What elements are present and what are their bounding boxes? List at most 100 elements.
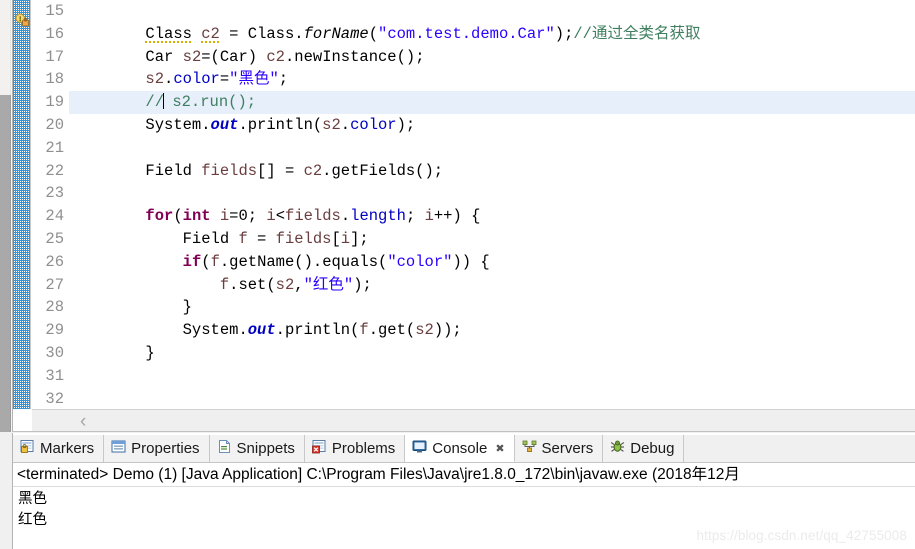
code-line[interactable] bbox=[69, 0, 915, 23]
markers-icon bbox=[20, 439, 35, 458]
code-token: fields bbox=[275, 229, 332, 248]
code-line[interactable]: System.out.println(s2.color); bbox=[69, 114, 915, 137]
code-token: i bbox=[219, 207, 230, 226]
code-token: s2 bbox=[275, 275, 295, 294]
tab-snippets[interactable]: Snippets bbox=[209, 435, 305, 462]
line-number: 19 bbox=[45, 93, 64, 112]
tab-debug[interactable]: Debug bbox=[603, 435, 685, 462]
code-line[interactable]: s2.color="黑色"; bbox=[69, 68, 915, 91]
servers-icon bbox=[522, 439, 537, 458]
tab-console[interactable]: Console ✖ bbox=[405, 435, 515, 462]
code-token: .get( bbox=[368, 321, 416, 340]
watermark-text: https://blog.csdn.net/qq_42755008 bbox=[696, 528, 907, 543]
tab-bar-filler bbox=[684, 435, 915, 462]
tab-markers[interactable]: Markers bbox=[13, 435, 105, 462]
code-token: System bbox=[145, 321, 239, 340]
line-number: 21 bbox=[45, 138, 64, 157]
code-token: s2 bbox=[322, 115, 341, 134]
tab-servers[interactable]: Servers bbox=[514, 435, 604, 462]
source-code-text[interactable]: Class c2 = Class.forName("com.test.demo.… bbox=[32, 0, 915, 409]
console-output-text[interactable]: 黑色 红色 bbox=[13, 487, 915, 532]
code-token: Car bbox=[145, 47, 183, 66]
code-editor-region: 15 16 17 18 19 20 21 22 23 24 25 26 27 28 29 30 31 32 Cla… bbox=[0, 0, 915, 432]
code-token: i bbox=[340, 229, 351, 248]
code-token: s2.run(); bbox=[163, 93, 257, 112]
outer-left-rail bbox=[0, 0, 11, 95]
close-icon[interactable]: ✖ bbox=[495, 442, 504, 455]
code-token: System bbox=[145, 115, 202, 134]
code-area[interactable]: 15 16 17 18 19 20 21 22 23 24 25 26 27 28 29 30 31 32 Cla… bbox=[32, 0, 915, 409]
code-token: =(Car) bbox=[201, 47, 267, 66]
code-token: length bbox=[350, 207, 406, 226]
code-token: c2 bbox=[201, 24, 220, 44]
code-line[interactable]: if(f.getName().equals("color")) { bbox=[69, 251, 915, 274]
code-token: i bbox=[266, 207, 276, 226]
code-token: . bbox=[201, 115, 211, 134]
outer-scrollbar-thumb[interactable] bbox=[0, 95, 11, 432]
code-line[interactable]: // s2.run(); bbox=[32, 91, 915, 114]
tab-label: Console bbox=[432, 439, 488, 457]
line-number: 22 bbox=[45, 161, 64, 180]
code-token: ( bbox=[201, 252, 211, 271]
code-token: .newInstance(); bbox=[284, 47, 425, 66]
code-token: i bbox=[424, 207, 434, 226]
code-token: c2 bbox=[303, 161, 323, 180]
code-token: } bbox=[145, 298, 192, 317]
code-line[interactable]: System.out.println(f.get(s2)); bbox=[69, 319, 915, 342]
code-token: int bbox=[182, 207, 211, 226]
code-token: f bbox=[210, 252, 220, 271]
code-line[interactable]: Car s2=(Car) c2.newInstance(); bbox=[69, 46, 915, 69]
code-line[interactable]: f.set(s2,"红色"); bbox=[69, 274, 915, 297]
code-token: "黑色" bbox=[229, 70, 279, 89]
editor-horizontal-scrollbar[interactable]: ‹ bbox=[32, 409, 915, 432]
tab-label: Properties bbox=[131, 440, 200, 457]
code-token: . bbox=[340, 207, 351, 226]
code-line[interactable]: Class c2 = Class.forName("com.test.demo.… bbox=[69, 23, 915, 46]
code-token: f bbox=[359, 321, 369, 340]
code-line[interactable] bbox=[69, 388, 915, 409]
code-token: Class bbox=[247, 24, 295, 43]
tab-problems[interactable]: Problems bbox=[304, 435, 406, 462]
code-token: = bbox=[219, 70, 230, 89]
console-launch-header: <terminated> Demo (1) [Java Application]… bbox=[13, 463, 915, 487]
code-token: , bbox=[294, 275, 304, 294]
code-token: out bbox=[247, 321, 276, 340]
code-line[interactable]: Field f = fields[i]; bbox=[69, 228, 915, 251]
eclipse-ide-window: 15 16 17 18 19 20 21 22 23 24 25 26 27 28 29 30 31 32 Cla… bbox=[0, 0, 915, 549]
code-token: color bbox=[173, 70, 220, 89]
tab-properties[interactable]: Properties bbox=[104, 435, 210, 462]
code-token: Field bbox=[145, 161, 202, 180]
snippets-icon bbox=[217, 439, 232, 458]
tab-label: Markers bbox=[40, 440, 95, 457]
warning-marker-icon[interactable] bbox=[15, 13, 29, 27]
line-number: 16 bbox=[45, 24, 64, 43]
annotation-ruler[interactable] bbox=[13, 0, 31, 409]
code-line[interactable] bbox=[69, 365, 915, 388]
line-number: 15 bbox=[45, 2, 64, 20]
view-tab-bar: Markers Properties Snippets Problems Console… bbox=[13, 435, 915, 463]
tab-label: Problems bbox=[331, 440, 396, 457]
line-number: 20 bbox=[45, 115, 64, 134]
code-token: for bbox=[145, 207, 174, 226]
code-line[interactable]: } bbox=[69, 342, 915, 365]
scroll-left-arrow-icon[interactable]: ‹ bbox=[80, 412, 86, 431]
code-line[interactable] bbox=[69, 182, 915, 205]
code-line[interactable]: } bbox=[69, 296, 915, 319]
code-line[interactable] bbox=[69, 137, 915, 160]
code-line[interactable]: Field fields[] = c2.getFields(); bbox=[69, 160, 915, 183]
code-token: .println( bbox=[238, 115, 323, 134]
code-token: f bbox=[238, 229, 248, 248]
line-number: 25 bbox=[45, 229, 64, 248]
code-line[interactable]: for(int i=0; i<fields.length; i++) { bbox=[69, 205, 915, 228]
code-token: c2 bbox=[266, 47, 285, 66]
code-token: "红色" bbox=[303, 275, 354, 294]
